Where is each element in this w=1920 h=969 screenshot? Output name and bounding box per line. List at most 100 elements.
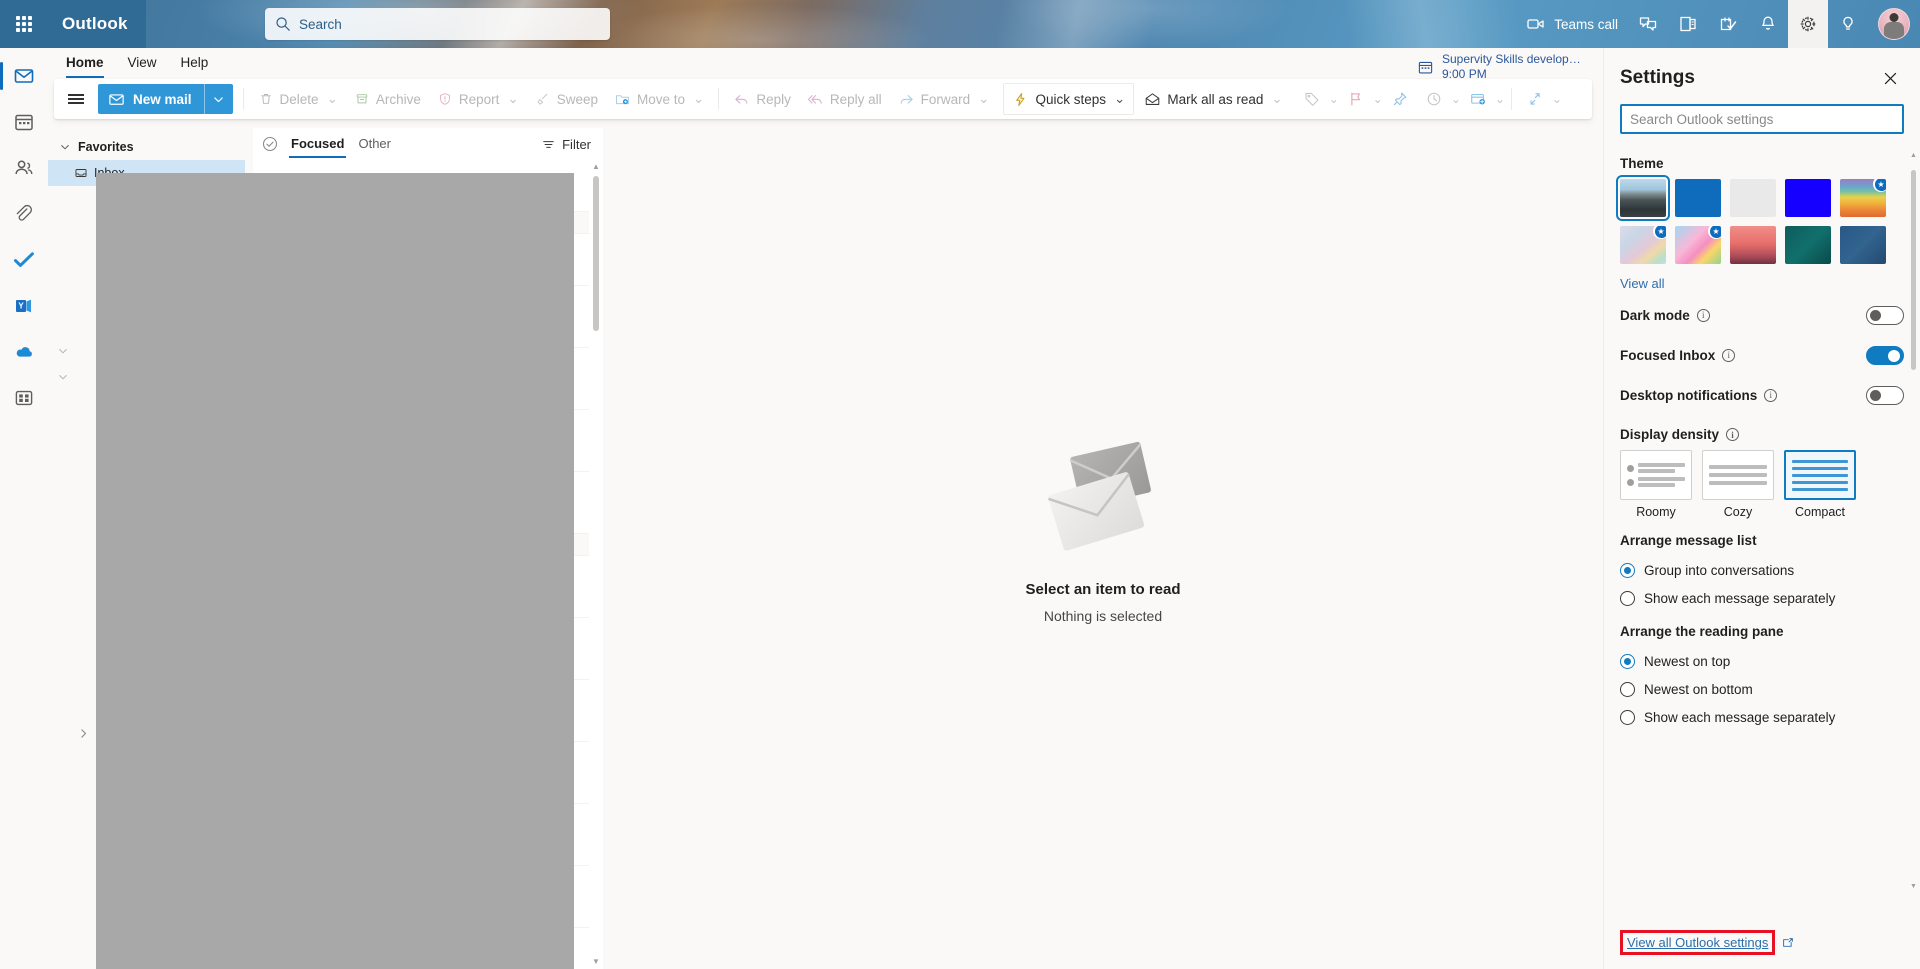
sidebar-item-calendar[interactable] (0, 100, 48, 144)
chevron-down-icon[interactable]: ⌄ (1373, 92, 1383, 106)
open-in-new-icon[interactable] (1781, 936, 1795, 950)
chevron-down-icon[interactable]: ⌄ (327, 91, 338, 107)
density-option-cozy[interactable]: Cozy (1702, 450, 1774, 519)
tab-home[interactable]: Home (54, 50, 116, 78)
radio-button[interactable] (1620, 590, 1635, 606)
scroll-up-arrow-icon[interactable]: ▲ (592, 160, 600, 174)
brand-title[interactable]: Outlook (48, 0, 146, 48)
report-button[interactable]: Report ⌄ (429, 83, 527, 115)
theme-light-grey[interactable] (1730, 179, 1776, 217)
scrollbar-thumb[interactable] (593, 176, 599, 331)
density-option-compact[interactable]: Compact (1784, 450, 1856, 519)
theme-pastel-swirl[interactable]: ★ (1620, 226, 1666, 264)
theme-blue-solid[interactable] (1675, 179, 1721, 217)
chevron-down-icon[interactable] (58, 142, 72, 152)
overflow-chevron-icon[interactable]: ⌄ (1552, 92, 1562, 106)
rules-button[interactable] (1461, 83, 1495, 115)
tab-view[interactable]: View (116, 50, 169, 78)
sidebar-item-onedrive[interactable] (0, 330, 48, 374)
filter-button[interactable]: Filter (541, 137, 591, 152)
settings-search-input[interactable] (1620, 104, 1904, 134)
radio-button[interactable] (1620, 562, 1635, 578)
teams-call-button[interactable]: Teams call (1516, 0, 1628, 48)
sidebar-item-to-do[interactable] (0, 238, 48, 282)
sidebar-item-more-apps[interactable] (0, 376, 48, 420)
archive-button[interactable]: Archive (346, 83, 429, 115)
forward-button[interactable]: Forward ⌄ (890, 83, 998, 115)
account-manager-button[interactable] (1868, 0, 1920, 48)
theme-circuit-board[interactable] (1785, 226, 1831, 264)
dark-mode-toggle[interactable] (1866, 305, 1904, 325)
notifications-button[interactable] (1748, 0, 1788, 48)
desktop-notifications-toggle[interactable] (1866, 385, 1904, 405)
reply-all-button[interactable]: Reply all (799, 83, 890, 115)
search-input[interactable] (299, 16, 600, 32)
scroll-down-arrow-icon[interactable]: ▼ (1910, 883, 1917, 890)
select-all-button[interactable] (261, 135, 279, 153)
folder-group-favorites[interactable]: Favorites (48, 134, 245, 160)
scroll-up-arrow-icon[interactable]: ▲ (1910, 152, 1917, 159)
chevron-down-icon[interactable]: ⌄ (1495, 92, 1505, 106)
tab-focused[interactable]: Focused (289, 130, 347, 158)
info-icon[interactable]: i (1696, 308, 1710, 322)
mark-all-as-read-button[interactable]: Mark all as read ⌄ (1136, 83, 1290, 115)
radio-button[interactable] (1620, 681, 1635, 697)
theme-rainbow-stripes[interactable]: ★ (1840, 179, 1886, 217)
reading-pane-option-newest-top[interactable]: Newest on top (1620, 647, 1904, 675)
search-box[interactable] (265, 8, 610, 40)
scrollbar-thumb[interactable] (1911, 170, 1916, 370)
sidebar-item-yammer[interactable]: Y (0, 284, 48, 328)
density-option-roomy[interactable]: Roomy (1620, 450, 1692, 519)
arrange-list-option-group[interactable]: Group into conversations (1620, 556, 1904, 584)
sweep-button[interactable]: Sweep (527, 83, 606, 115)
theme-innovation-blueprint[interactable] (1840, 226, 1886, 264)
delete-button[interactable]: Delete ⌄ (250, 83, 346, 115)
chevron-down-icon[interactable]: ⌄ (978, 91, 989, 107)
chevron-down-icon[interactable]: ⌄ (507, 91, 518, 107)
theme-unicorn[interactable]: ★ (1675, 226, 1721, 264)
reading-pane-option-separate[interactable]: Show each message separately (1620, 703, 1904, 731)
view-all-outlook-settings-link[interactable]: View all Outlook settings (1620, 930, 1776, 955)
info-icon[interactable]: i (1764, 388, 1778, 402)
flag-button[interactable] (1339, 83, 1373, 115)
info-icon[interactable]: i (1722, 348, 1736, 362)
chevron-down-icon[interactable]: ⌄ (693, 91, 704, 107)
settings-button[interactable] (1788, 0, 1828, 48)
undo-button[interactable] (1518, 83, 1552, 115)
to-do-button[interactable] (1708, 0, 1748, 48)
chevron-down-icon[interactable]: ⌄ (1451, 92, 1461, 106)
sidebar-item-files[interactable] (0, 192, 48, 236)
tab-help[interactable]: Help (169, 50, 221, 78)
expand-pane-chevron-icon[interactable] (78, 728, 89, 742)
tips-button[interactable] (1828, 0, 1868, 48)
theme-pure-blue[interactable] (1785, 179, 1831, 217)
theme-view-all-link[interactable]: View all (1620, 276, 1665, 291)
settings-scrollbar[interactable]: ▲ ▼ (1910, 152, 1917, 890)
theme-mountain-photo[interactable] (1616, 175, 1670, 221)
pin-button[interactable] (1383, 83, 1417, 115)
sidebar-item-mail[interactable] (0, 54, 48, 98)
upcoming-event-chip[interactable]: Supervity Skills development r... 9:00 P… (1417, 48, 1590, 86)
scroll-down-arrow-icon[interactable]: ▼ (592, 955, 600, 969)
radio-button[interactable] (1620, 653, 1635, 669)
hamburger-button[interactable] (58, 83, 94, 115)
reading-pane-option-newest-bottom[interactable]: Newest on bottom (1620, 675, 1904, 703)
chevron-down-icon[interactable]: ⌄ (1114, 91, 1125, 107)
new-mail-button[interactable]: New mail (98, 84, 233, 114)
focused-inbox-toggle[interactable] (1866, 345, 1904, 365)
move-to-button[interactable]: Move to ⌄ (606, 83, 712, 115)
app-launcher-button[interactable] (0, 0, 48, 48)
snooze-button[interactable] (1417, 83, 1451, 115)
radio-button[interactable] (1620, 709, 1635, 725)
quick-steps-button[interactable]: Quick steps ⌄ (1003, 83, 1135, 115)
categorize-button[interactable] (1295, 83, 1329, 115)
tab-other[interactable]: Other (356, 130, 393, 158)
chevron-down-icon[interactable]: ⌄ (1329, 92, 1339, 106)
new-mail-caret-button[interactable] (205, 94, 233, 105)
close-settings-button[interactable] (1876, 64, 1904, 92)
chevron-down-icon[interactable]: ⌄ (1271, 91, 1282, 107)
office-apps-button[interactable] (1668, 0, 1708, 48)
teams-chat-button[interactable] (1628, 0, 1668, 48)
sidebar-item-people[interactable] (0, 146, 48, 190)
arrange-list-option-separate[interactable]: Show each message separately (1620, 584, 1904, 612)
